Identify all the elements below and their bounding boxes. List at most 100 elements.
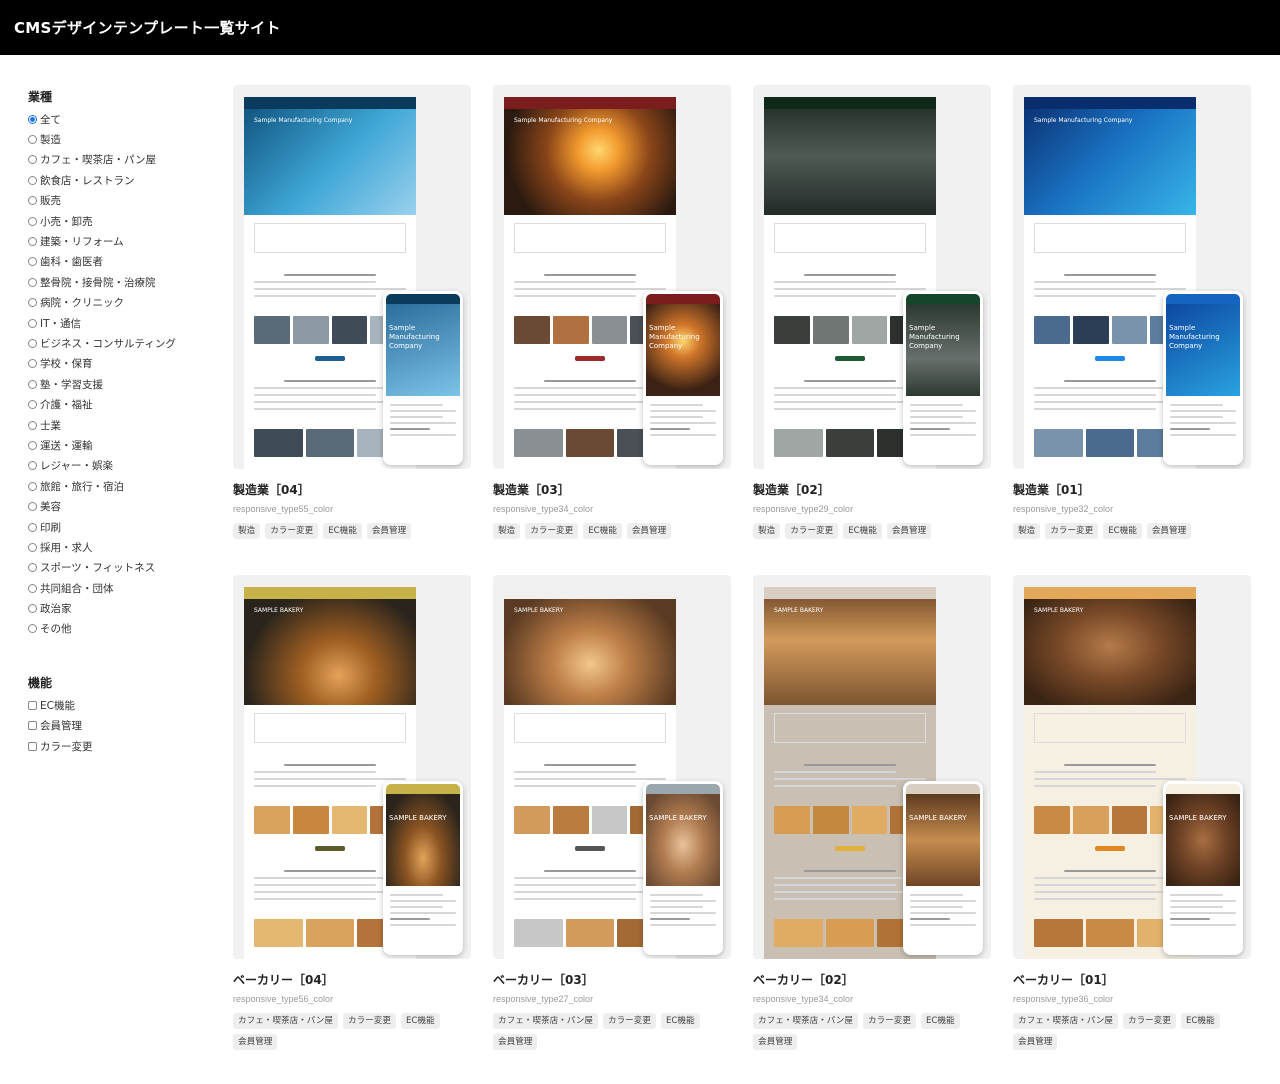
industry-radio[interactable] bbox=[28, 624, 37, 634]
template-title[interactable]: 製造業［01］ bbox=[1013, 482, 1251, 498]
template-card[interactable]: Sample Manufacturing Company 製造業［02］ res… bbox=[753, 85, 991, 539]
industry-radio[interactable] bbox=[28, 440, 37, 450]
tag[interactable]: 製造 bbox=[493, 523, 521, 539]
tag[interactable]: カフェ・喫茶店・パン屋 bbox=[493, 1013, 598, 1029]
industry-option[interactable]: 美容 bbox=[28, 496, 218, 516]
template-thumbnail[interactable]: Sample Manufacturing Company bbox=[753, 85, 991, 469]
industry-option[interactable]: 整骨院・接骨院・治療院 bbox=[28, 272, 218, 292]
industry-radio[interactable] bbox=[28, 318, 37, 328]
industry-option[interactable]: 小売・卸売 bbox=[28, 211, 218, 231]
tag[interactable]: カラー変更 bbox=[785, 523, 839, 539]
industry-radio[interactable] bbox=[28, 155, 37, 165]
industry-option[interactable]: 全て bbox=[28, 109, 218, 129]
tag[interactable]: 会員管理 bbox=[886, 523, 932, 539]
tag[interactable]: カフェ・喫茶店・パン屋 bbox=[753, 1013, 858, 1029]
tag[interactable]: EC機能 bbox=[920, 1013, 960, 1029]
template-thumbnail[interactable]: SAMPLE BAKERY SAMPLE BAKERY bbox=[493, 575, 731, 959]
tag[interactable]: 会員管理 bbox=[626, 523, 672, 539]
industry-option[interactable]: カフェ・喫茶店・パン屋 bbox=[28, 150, 218, 170]
industry-option[interactable]: IT・通信 bbox=[28, 313, 218, 333]
industry-radio[interactable] bbox=[28, 175, 37, 185]
industry-option[interactable]: 介護・福祉 bbox=[28, 394, 218, 414]
tag[interactable]: カラー変更 bbox=[862, 1013, 916, 1029]
industry-radio[interactable] bbox=[28, 277, 37, 287]
tag[interactable]: 製造 bbox=[233, 523, 261, 539]
tag[interactable]: 会員管理 bbox=[233, 1034, 278, 1050]
feature-option[interactable]: カラー変更 bbox=[28, 736, 218, 756]
tag[interactable]: 会員管理 bbox=[366, 523, 412, 539]
tag[interactable]: 会員管理 bbox=[1146, 523, 1192, 539]
template-card[interactable]: Sample Manufacturing Company Sample Manu… bbox=[1013, 85, 1251, 539]
feature-option[interactable]: EC機能 bbox=[28, 695, 218, 715]
template-card[interactable]: Sample Manufacturing Company Sample Manu… bbox=[493, 85, 731, 539]
industry-radio[interactable] bbox=[28, 298, 37, 308]
tag[interactable]: 製造 bbox=[1013, 523, 1041, 539]
tag[interactable]: EC機能 bbox=[400, 1013, 440, 1029]
template-thumbnail[interactable]: SAMPLE BAKERY SAMPLE BAKERY bbox=[1013, 575, 1251, 959]
industry-radio[interactable] bbox=[28, 420, 37, 430]
feature-checkbox[interactable] bbox=[28, 700, 37, 710]
template-card[interactable]: Sample Manufacturing Company Sample Manu… bbox=[233, 85, 471, 539]
industry-radio[interactable] bbox=[28, 237, 37, 247]
tag[interactable]: EC機能 bbox=[583, 523, 622, 539]
template-card[interactable]: SAMPLE BAKERY bbox=[233, 575, 471, 1050]
industry-option[interactable]: 飲食店・レストラン bbox=[28, 170, 218, 190]
industry-radio[interactable] bbox=[28, 338, 37, 348]
feature-checkbox[interactable] bbox=[28, 741, 37, 751]
industry-radio[interactable] bbox=[28, 257, 37, 267]
industry-option[interactable]: レジャー・娯楽 bbox=[28, 456, 218, 476]
industry-option[interactable]: 販売 bbox=[28, 191, 218, 211]
industry-radio[interactable] bbox=[28, 196, 37, 206]
industry-radio[interactable] bbox=[28, 502, 37, 512]
template-title[interactable]: ベーカリー［04］ bbox=[233, 972, 471, 988]
template-title[interactable]: 製造業［02］ bbox=[753, 482, 991, 498]
tag[interactable]: 製造 bbox=[753, 523, 781, 539]
industry-option[interactable]: ビジネス・コンサルティング bbox=[28, 333, 218, 353]
template-title[interactable]: 製造業［03］ bbox=[493, 482, 731, 498]
template-card[interactable]: SAMPLE BAKERY bbox=[493, 575, 731, 1050]
industry-option[interactable]: 採用・求人 bbox=[28, 537, 218, 557]
template-thumbnail[interactable]: Sample Manufacturing Company bbox=[493, 85, 731, 469]
tag[interactable]: EC機能 bbox=[323, 523, 362, 539]
industry-radio[interactable] bbox=[28, 379, 37, 389]
industry-option[interactable]: 病院・クリニック bbox=[28, 293, 218, 313]
industry-radio[interactable] bbox=[28, 604, 37, 614]
template-title[interactable]: ベーカリー［03］ bbox=[493, 972, 731, 988]
industry-option[interactable]: 建築・リフォーム bbox=[28, 231, 218, 251]
industry-radio[interactable] bbox=[28, 583, 37, 593]
industry-option[interactable]: 印刷 bbox=[28, 517, 218, 537]
template-thumbnail[interactable]: Sample Manufacturing Company bbox=[1013, 85, 1251, 469]
industry-option[interactable]: 共同組合・団体 bbox=[28, 578, 218, 598]
tag[interactable]: カラー変更 bbox=[602, 1013, 656, 1029]
tag[interactable]: 会員管理 bbox=[493, 1034, 538, 1050]
tag[interactable]: EC機能 bbox=[660, 1013, 700, 1029]
feature-checkbox[interactable] bbox=[28, 721, 37, 731]
industry-option[interactable]: 学校・保育 bbox=[28, 354, 218, 374]
template-title[interactable]: ベーカリー［01］ bbox=[1013, 972, 1251, 988]
tag[interactable]: 会員管理 bbox=[753, 1034, 798, 1050]
industry-option[interactable]: その他 bbox=[28, 619, 218, 639]
industry-option[interactable]: 旅館・旅行・宿泊 bbox=[28, 476, 218, 496]
industry-radio[interactable] bbox=[28, 135, 37, 145]
site-title[interactable]: CMSデザインテンプレート一覧サイト bbox=[14, 17, 281, 38]
industry-radio[interactable] bbox=[28, 216, 37, 226]
tag[interactable]: EC機能 bbox=[843, 523, 882, 539]
industry-option[interactable]: 運送・運輸 bbox=[28, 435, 218, 455]
industry-radio[interactable] bbox=[28, 542, 37, 552]
template-thumbnail[interactable]: Sample Manufacturing Company bbox=[233, 85, 471, 469]
template-title[interactable]: 製造業［04］ bbox=[233, 482, 471, 498]
industry-option[interactable]: 塾・学習支援 bbox=[28, 374, 218, 394]
tag[interactable]: EC機能 bbox=[1103, 523, 1142, 539]
template-thumbnail[interactable]: SAMPLE BAKERY SAMPLE BAKERY bbox=[233, 575, 471, 959]
feature-option[interactable]: 会員管理 bbox=[28, 716, 218, 736]
industry-radio[interactable] bbox=[28, 461, 37, 471]
tag[interactable]: カラー変更 bbox=[525, 523, 579, 539]
industry-option[interactable]: スポーツ・フィットネス bbox=[28, 558, 218, 578]
industry-radio[interactable] bbox=[28, 481, 37, 491]
industry-radio[interactable] bbox=[28, 522, 37, 532]
template-card[interactable]: SAMPLE BAKERY bbox=[753, 575, 991, 1050]
tag[interactable]: 会員管理 bbox=[1013, 1034, 1058, 1050]
tag[interactable]: カフェ・喫茶店・パン屋 bbox=[1013, 1013, 1118, 1029]
industry-option[interactable]: 歯科・歯医者 bbox=[28, 252, 218, 272]
tag[interactable]: カラー変更 bbox=[1122, 1013, 1176, 1029]
